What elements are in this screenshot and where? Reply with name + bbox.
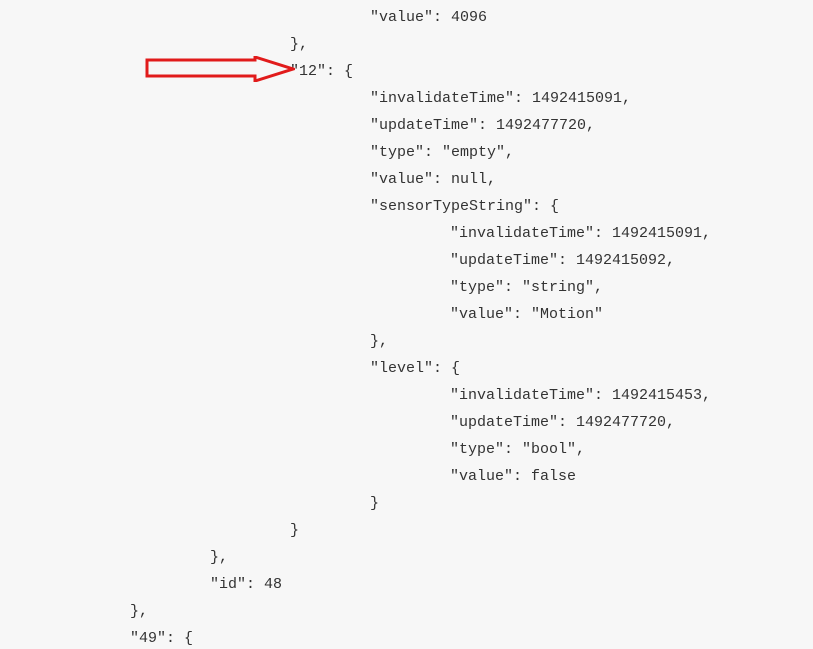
code-line: "updateTime": 1492415092, bbox=[0, 247, 711, 274]
code-line: "value": false bbox=[0, 463, 711, 490]
code-line: "49": { bbox=[0, 625, 711, 649]
code-line: "level": { bbox=[0, 355, 711, 382]
code-line: } bbox=[0, 490, 711, 517]
code-line: "invalidateTime": 1492415091, bbox=[0, 220, 711, 247]
code-line: "value": null, bbox=[0, 166, 711, 193]
code-line: "updateTime": 1492477720, bbox=[0, 409, 711, 436]
code-line: } bbox=[0, 517, 711, 544]
code-line: "sensorTypeString": { bbox=[0, 193, 711, 220]
code-line: }, bbox=[0, 544, 711, 571]
json-code-block: "value": 4096},"12": {"invalidateTime": … bbox=[0, 0, 711, 649]
code-line: "value": 4096 bbox=[0, 4, 711, 31]
code-line: "12": { bbox=[0, 58, 711, 85]
code-line: "updateTime": 1492477720, bbox=[0, 112, 711, 139]
code-line: "type": "empty", bbox=[0, 139, 711, 166]
code-line: "invalidateTime": 1492415091, bbox=[0, 85, 711, 112]
code-line: }, bbox=[0, 328, 711, 355]
code-line: "type": "string", bbox=[0, 274, 711, 301]
code-line: "id": 48 bbox=[0, 571, 711, 598]
code-line: }, bbox=[0, 31, 711, 58]
code-line: }, bbox=[0, 598, 711, 625]
code-line: "value": "Motion" bbox=[0, 301, 711, 328]
code-line: "invalidateTime": 1492415453, bbox=[0, 382, 711, 409]
code-line: "type": "bool", bbox=[0, 436, 711, 463]
